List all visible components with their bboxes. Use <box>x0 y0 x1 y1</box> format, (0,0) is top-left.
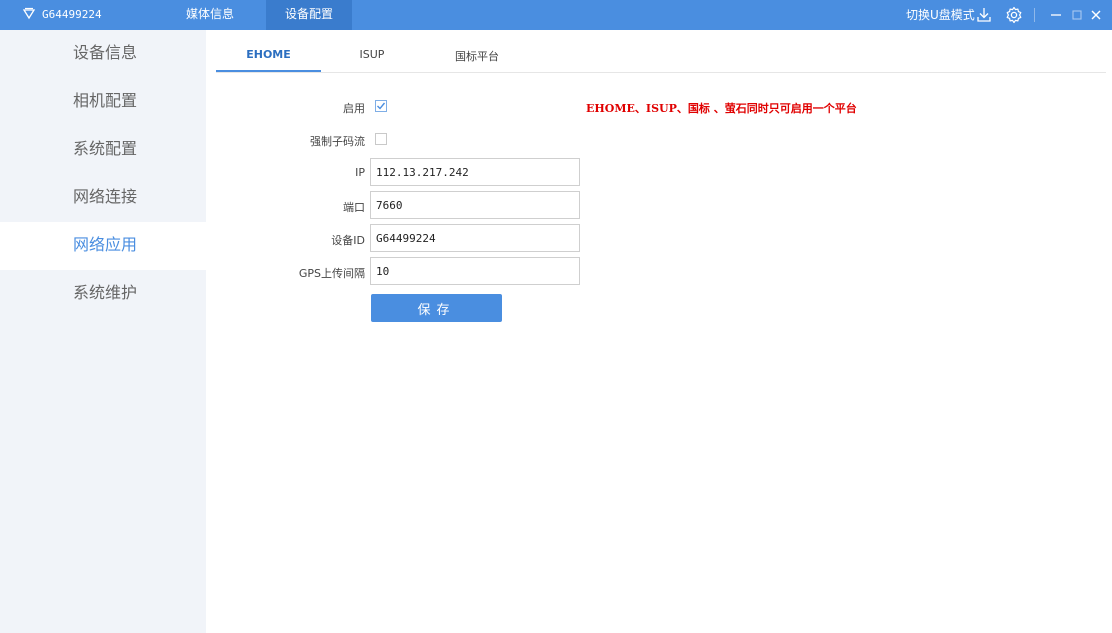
tab-gb-platform[interactable]: 国标平台 <box>430 48 524 72</box>
sidebar-item-network-application[interactable]: 网络应用 <box>0 222 206 270</box>
force-substream-checkbox[interactable] <box>375 133 387 145</box>
platform-notice: EHOME、ISUP、国标 、萤石同时只可启用一个平台 <box>586 102 857 115</box>
checkmark-icon <box>377 102 386 110</box>
tab-divider <box>216 72 1106 73</box>
title-bar: G64499224 媒体信息 设备配置 切换U盘模式 <box>0 0 1112 30</box>
enable-label: 启用 <box>343 102 365 115</box>
close-icon[interactable] <box>1087 6 1105 24</box>
save-button[interactable]: 保存 <box>371 294 502 322</box>
sidebar-item-system-maintenance[interactable]: 系统维护 <box>0 270 206 318</box>
gps-interval-label: GPS上传间隔 <box>298 267 365 280</box>
ip-label: IP <box>355 166 365 179</box>
tab-isup[interactable]: ISUP <box>330 48 414 72</box>
titlebar-separator <box>1034 8 1035 22</box>
ip-input[interactable] <box>370 158 580 186</box>
tab-device-config[interactable]: 设备配置 <box>266 0 352 30</box>
sidebar-item-system-config[interactable]: 系统配置 <box>0 126 206 174</box>
sidebar: 设备信息 相机配置 系统配置 网络连接 网络应用 系统维护 <box>0 30 206 633</box>
minimize-icon[interactable] <box>1047 6 1065 24</box>
gear-icon[interactable] <box>1005 6 1023 24</box>
port-label: 端口 <box>343 201 365 214</box>
maximize-icon[interactable] <box>1068 6 1086 24</box>
sidebar-item-device-info[interactable]: 设备信息 <box>0 30 206 78</box>
device-id-label: 设备ID <box>331 234 365 247</box>
gps-interval-input[interactable] <box>370 257 580 285</box>
download-icon[interactable] <box>975 6 993 24</box>
sidebar-item-network-connection[interactable]: 网络连接 <box>0 174 206 222</box>
enable-checkbox[interactable] <box>375 100 387 112</box>
app-logo-icon <box>22 7 36 20</box>
port-input[interactable] <box>370 191 580 219</box>
sidebar-item-camera-config[interactable]: 相机配置 <box>0 78 206 126</box>
device-id-input[interactable] <box>370 224 580 252</box>
tab-ehome[interactable]: EHOME <box>216 48 321 72</box>
force-substream-label: 强制子码流 <box>310 135 365 148</box>
tab-media-info[interactable]: 媒体信息 <box>170 0 250 30</box>
device-id-title: G64499224 <box>42 8 102 21</box>
switch-usb-mode-button[interactable]: 切换U盘模式 <box>906 6 975 23</box>
